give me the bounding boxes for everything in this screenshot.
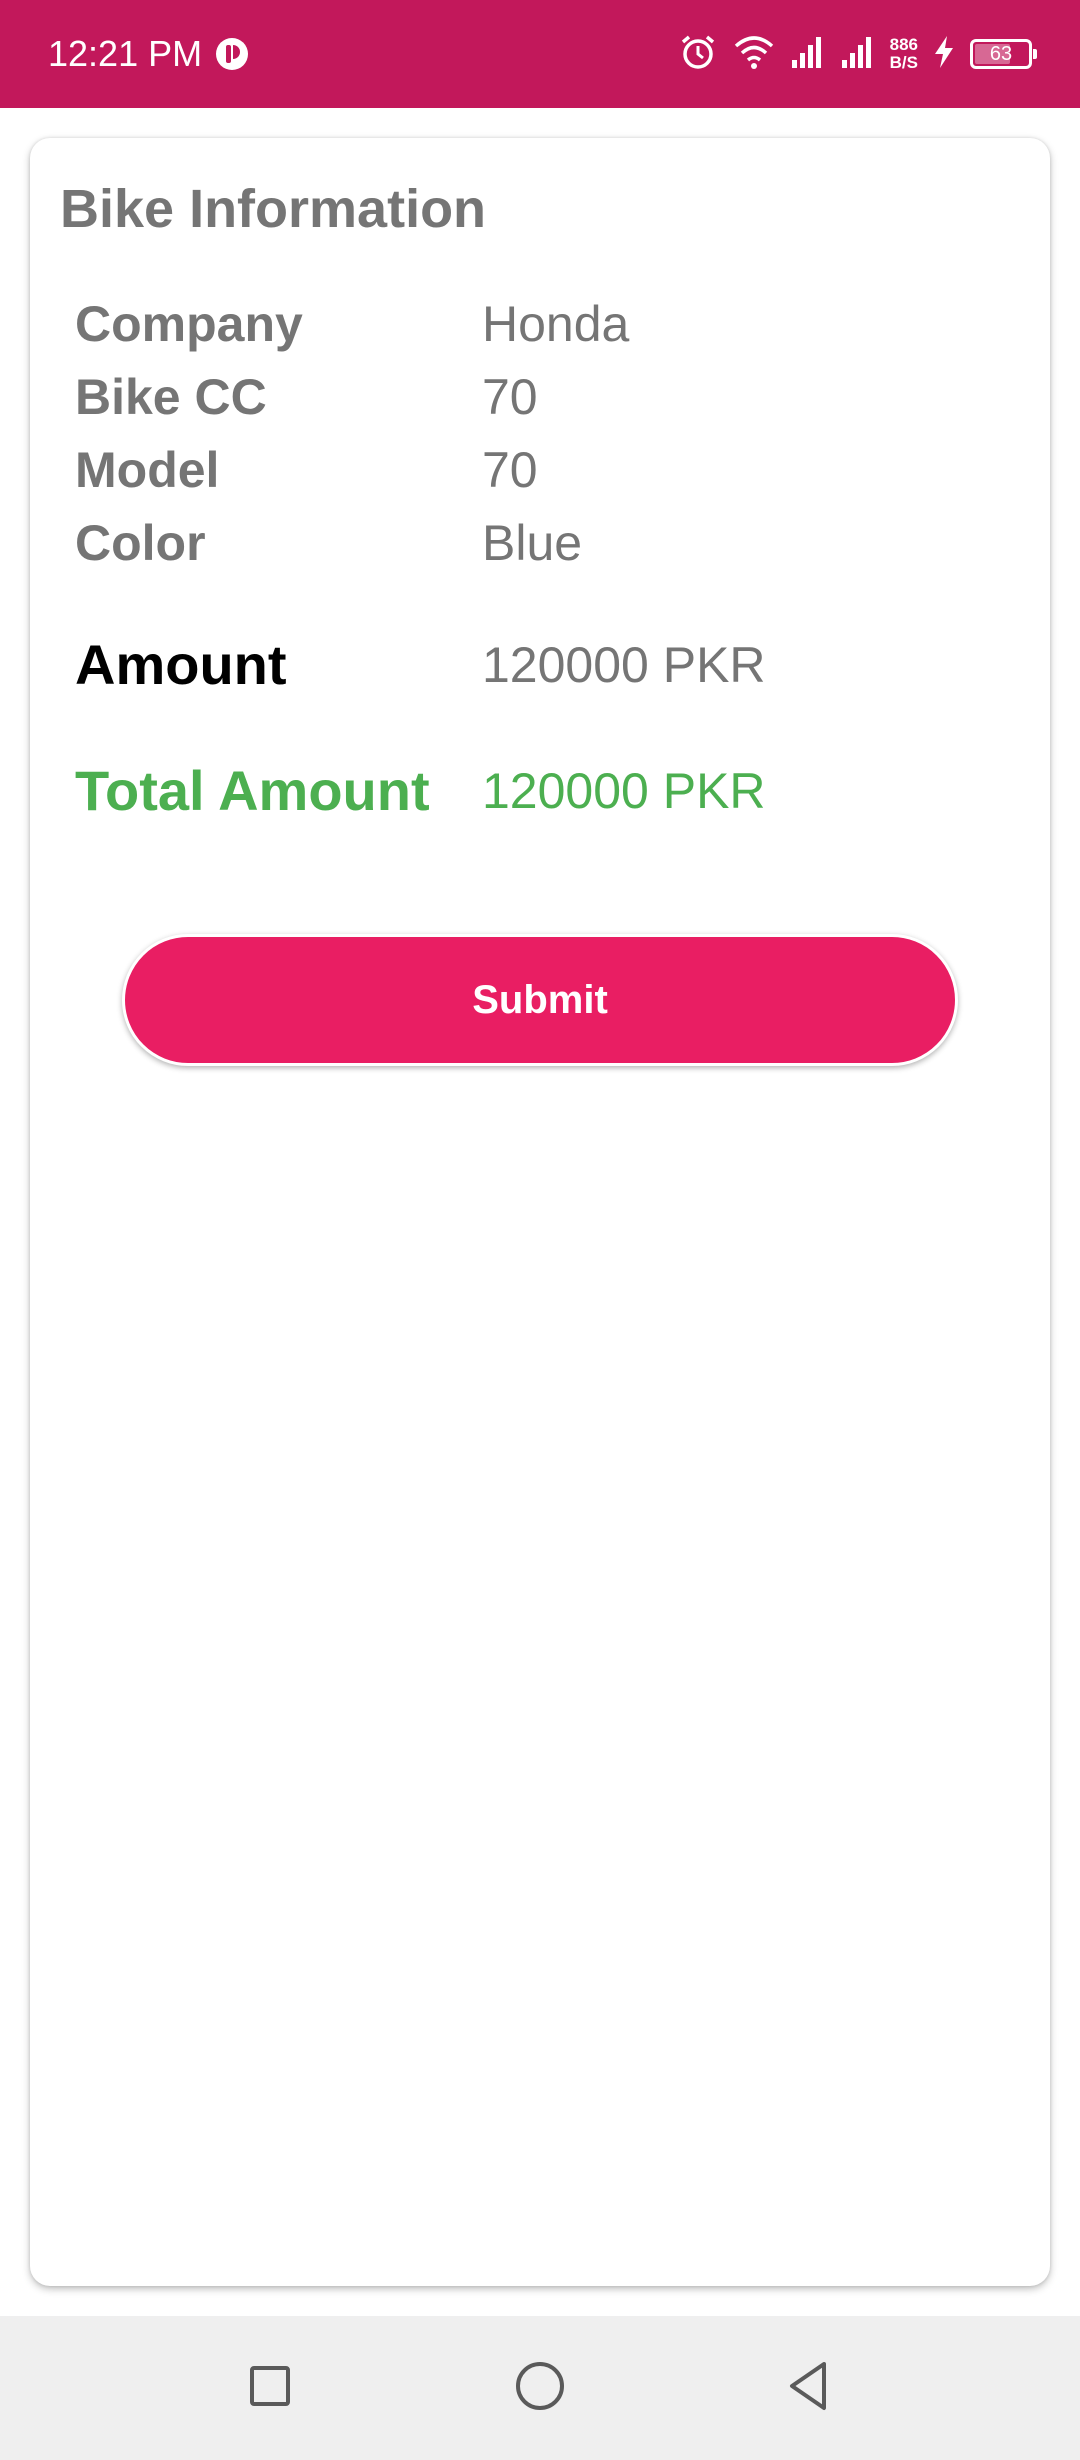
- info-value: 70: [482, 369, 538, 425]
- info-label: Bike CC: [75, 369, 267, 425]
- net-speed: 886 B/S: [890, 36, 918, 72]
- home-circle-icon: [514, 2360, 566, 2417]
- total-amount-value: 120000 PKR: [482, 763, 766, 819]
- back-triangle-icon: [784, 2360, 832, 2417]
- signal-icon-2: [840, 34, 876, 75]
- info-row-color: Color Blue: [75, 507, 1015, 579]
- info-value: 70: [482, 442, 538, 498]
- info-label: Model: [75, 442, 220, 498]
- alarm-icon: [678, 32, 718, 77]
- bike-info-card: Bike Information Company Honda Bike CC 7…: [30, 138, 1050, 2286]
- status-time: 12:21 PM: [48, 33, 203, 74]
- net-speed-unit: B/S: [889, 53, 918, 72]
- recents-square-icon: [246, 2362, 294, 2415]
- wifi-icon: [732, 32, 776, 77]
- amount-value: 120000 PKR: [482, 637, 766, 693]
- status-icons: 886 B/S 63: [664, 30, 1037, 78]
- home-button[interactable]: [504, 2352, 576, 2424]
- total-amount-row: Total Amount 120000 PKR: [75, 755, 1015, 827]
- amount-row: Amount 120000 PKR: [75, 629, 1015, 701]
- battery-level: 63: [989, 42, 1013, 65]
- recents-button[interactable]: [234, 2352, 306, 2424]
- total-amount-label: Total Amount: [75, 759, 430, 822]
- card-title: Bike Information: [60, 179, 487, 239]
- info-value: Blue: [482, 515, 583, 571]
- amount-label: Amount: [75, 633, 287, 696]
- battery-icon: 63: [970, 39, 1037, 69]
- charging-icon: [932, 34, 956, 75]
- info-label: Company: [75, 296, 303, 352]
- info-label: Color: [75, 515, 206, 571]
- info-value: Honda: [482, 296, 630, 352]
- info-row-bike-cc: Bike CC 70: [75, 361, 1015, 433]
- navigation-bar: [0, 2316, 1080, 2460]
- info-row-company: Company Honda: [75, 288, 1015, 360]
- info-row-model: Model 70: [75, 434, 1015, 506]
- back-button[interactable]: [772, 2352, 844, 2424]
- status-bar: 12:21 PM 886 B/S 63: [0, 0, 1080, 108]
- net-speed-value: 886: [889, 35, 918, 54]
- submit-button[interactable]: Submit: [122, 934, 958, 1066]
- signal-icon: [790, 34, 826, 75]
- app-notification-icon: [214, 36, 250, 72]
